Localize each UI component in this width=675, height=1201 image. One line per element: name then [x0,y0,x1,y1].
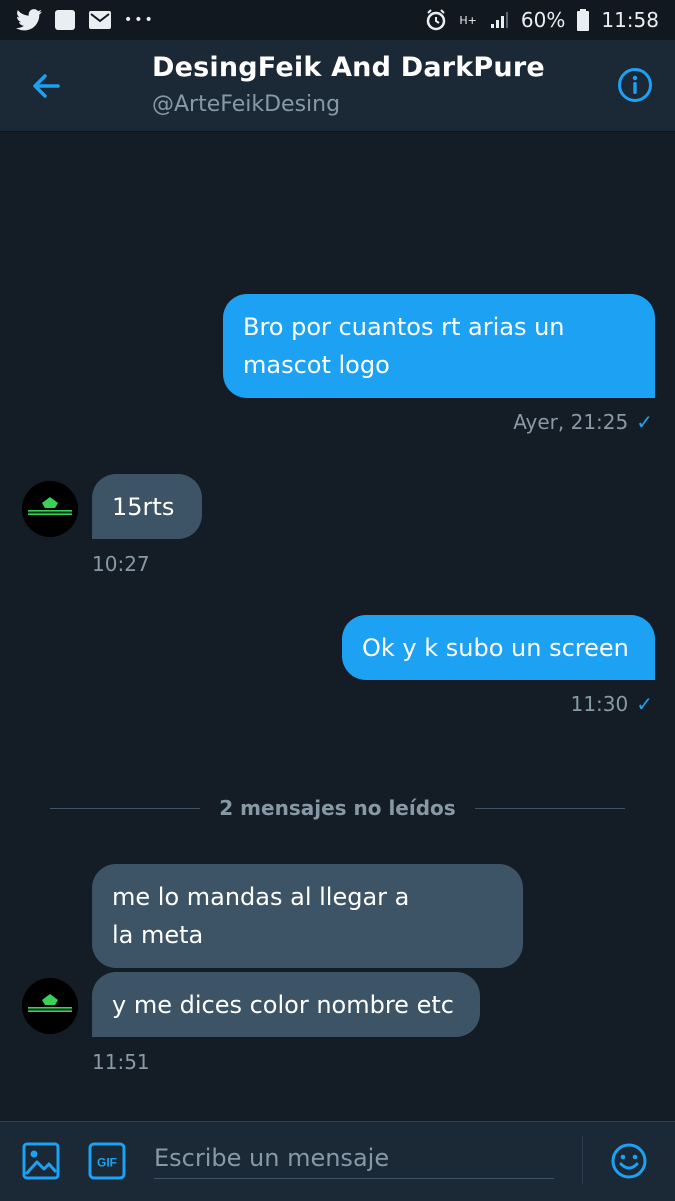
message-timestamp: Ayer, 21:25 ✓ [513,410,653,434]
back-button[interactable] [26,66,66,106]
timestamp-text: 11:30 [570,692,629,716]
message-composer: GIF [0,1121,675,1201]
avatar[interactable] [22,481,78,537]
sent-check-icon: ✓ [636,410,653,434]
message-timestamp: 11:30 ✓ [571,692,653,716]
status-more: ••• [124,12,155,28]
conversation-title[interactable]: DesingFeik And DarkPure [152,52,545,83]
twitter-icon [16,9,42,31]
message-list[interactable]: Bro por cuantos rt arias un mascot logo … [0,131,675,1121]
message-input[interactable] [154,1138,554,1179]
gif-icon: GIF [88,1142,126,1180]
status-time: 11:58 [601,8,659,32]
emoji-button[interactable] [610,1142,648,1184]
message-bubble-incoming[interactable]: y me dices color nombre etc [92,972,480,1037]
image-icon [22,1142,60,1180]
battery-icon [577,9,590,31]
back-arrow-icon [33,74,60,98]
timestamp-text: Ayer, 21:25 [513,410,629,434]
unread-divider-line-right [475,808,625,809]
battery-percent: 60% [520,8,566,32]
add-gif-button[interactable]: GIF [88,1142,126,1184]
info-button[interactable] [617,67,653,103]
emoji-icon [611,1143,647,1179]
gmail-icon [88,10,112,30]
add-photo-button[interactable] [22,1142,60,1184]
network-type: H+ [459,13,477,27]
message-bubble-outgoing[interactable]: Ok y k subo un screen [342,615,655,680]
avatar-logo-icon [22,481,78,537]
composer-separator [582,1136,583,1184]
conversation-header: DesingFeik And DarkPure @ArteFeikDesing [0,40,675,132]
message-timestamp: 11:51 [92,1050,150,1074]
message-bubble-incoming[interactable]: 15rts [92,474,202,539]
sent-check-icon: ✓ [636,692,653,716]
status-right: H+ 60% 11:58 [425,8,659,32]
status-bar: ••• H+ 60% 11:58 [0,0,675,40]
status-left: ••• [16,9,155,31]
notification-icon [54,9,76,31]
info-icon [618,68,652,102]
message-bubble-outgoing[interactable]: Bro por cuantos rt arias un mascot logo [223,294,655,398]
avatar-logo-icon [22,978,78,1034]
avatar[interactable] [22,978,78,1034]
alarm-icon [425,9,447,31]
conversation-handle[interactable]: @ArteFeikDesing [152,92,340,117]
message-timestamp: 10:27 [92,552,150,576]
message-bubble-incoming[interactable]: me lo mandas al llegar a la meta [92,864,523,968]
signal-icon [489,10,509,30]
gif-label: GIF [97,1156,117,1170]
